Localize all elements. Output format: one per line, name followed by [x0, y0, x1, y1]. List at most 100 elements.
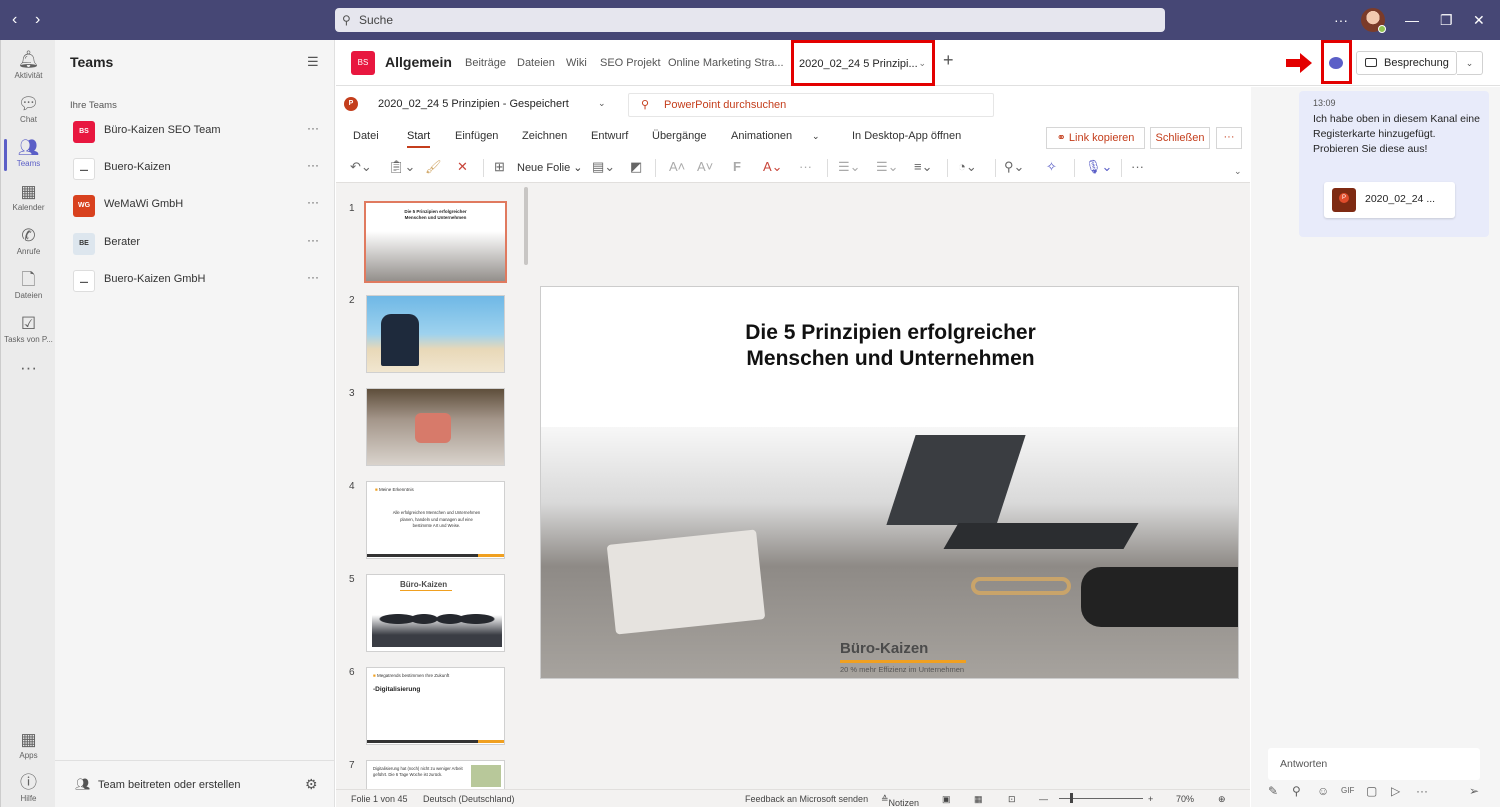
- thumbnail-slide-2[interactable]: [366, 295, 505, 373]
- feedback-link[interactable]: Feedback an Microsoft senden: [745, 794, 868, 804]
- forward-icon[interactable]: ›: [35, 10, 40, 30]
- ribbon-tab-insert[interactable]: Einfügen: [455, 130, 498, 142]
- rail-activity[interactable]: 🔔︎ Aktivität: [1, 45, 56, 89]
- rail-calendar[interactable]: ▦ Kalender: [1, 177, 56, 221]
- slide-thumbnails[interactable]: 1 Die 5 Prinzipien erfolgreicher Mensche…: [336, 183, 521, 789]
- zoom-thumb[interactable]: [1070, 793, 1073, 803]
- numbering-icon[interactable]: ☰⌄: [876, 159, 899, 175]
- team-item[interactable]: ▬▬ Buero-Kaizen GmbH ···: [55, 262, 335, 298]
- ribbon-tab-transitions[interactable]: Übergänge: [652, 130, 706, 142]
- undo-icon[interactable]: ↶⌄: [350, 159, 372, 175]
- rail-tasks[interactable]: ☑ Tasks von P...: [1, 309, 56, 353]
- emoji-icon[interactable]: ☺: [1317, 784, 1329, 798]
- zoom-in-icon[interactable]: +: [1148, 794, 1153, 804]
- fit-slide-icon[interactable]: ⊕: [1218, 794, 1226, 805]
- team-item[interactable]: ▬▬ Buero-Kaizen ···: [55, 150, 335, 186]
- chevron-down-icon[interactable]: ⌄: [1234, 166, 1242, 177]
- slide-canvas[interactable]: Die 5 Prinzipien erfolgreicher Menschen …: [540, 286, 1239, 679]
- send-later-icon[interactable]: ▷: [1391, 784, 1400, 798]
- open-desktop-app[interactable]: In Desktop-App öffnen: [852, 130, 961, 142]
- format-icon[interactable]: ✎: [1268, 784, 1278, 798]
- thumbnail-slide-3[interactable]: [366, 388, 505, 466]
- filter-icon[interactable]: ☰: [307, 54, 319, 70]
- paste-icon[interactable]: 📋︎⌄: [388, 159, 415, 175]
- thumbnail-scrollbar[interactable]: [524, 187, 528, 265]
- new-slide-icon[interactable]: ⊞: [494, 159, 505, 175]
- notes-button[interactable]: ≙ Notizen: [881, 794, 919, 808]
- team-item[interactable]: WG WeMaWi GmbH ···: [55, 187, 335, 223]
- meeting-dropdown[interactable]: ⌄: [1457, 51, 1483, 75]
- team-item[interactable]: BE Berater ···: [55, 225, 335, 261]
- slide-title[interactable]: Die 5 Prinzipien erfolgreicher Menschen …: [541, 320, 1238, 372]
- zoom-level[interactable]: 70%: [1176, 794, 1194, 804]
- sticker-icon[interactable]: ▢: [1366, 784, 1377, 798]
- back-icon[interactable]: ‹: [12, 10, 17, 30]
- rail-files[interactable]: 🗋 Dateien: [1, 265, 56, 309]
- close-icon[interactable]: ✕: [1473, 8, 1485, 32]
- ribbon-tab-home[interactable]: Start: [407, 130, 431, 148]
- normal-view-icon[interactable]: ▣: [942, 794, 951, 805]
- copy-link-button[interactable]: ⚭ Link kopieren: [1046, 127, 1145, 149]
- bold-icon[interactable]: F: [733, 159, 741, 174]
- tab-files[interactable]: Dateien: [517, 57, 555, 69]
- language[interactable]: Deutsch (Deutschland): [423, 794, 515, 804]
- avatar[interactable]: [1361, 8, 1386, 33]
- tab-online-marketing[interactable]: Online Marketing Stra...: [668, 57, 784, 69]
- format-painter-icon[interactable]: 🖌︎: [425, 159, 442, 175]
- ribbon-tab-animations[interactable]: Animationen: [731, 130, 792, 142]
- team-item[interactable]: BS Büro-Kaizen SEO Team ···: [55, 113, 335, 149]
- chevron-down-icon[interactable]: ⌄: [812, 131, 820, 142]
- more-icon[interactable]: ···: [307, 233, 319, 247]
- rail-calls[interactable]: ✆ Anrufe: [1, 221, 56, 265]
- tab-seo-project[interactable]: SEO Projekt: [600, 57, 661, 69]
- chevron-down-icon[interactable]: ⌄: [598, 98, 606, 109]
- find-icon[interactable]: ⚲⌄: [1004, 159, 1024, 175]
- delete-icon[interactable]: ✕: [457, 159, 468, 175]
- tab-powerpoint[interactable]: 2020_02_24 5 Prinzipi... ⌄: [791, 40, 935, 86]
- attach-icon[interactable]: ⚲: [1292, 784, 1301, 798]
- bullets-icon[interactable]: ☰⌄: [838, 159, 861, 175]
- file-attachment[interactable]: 2020_02_24 ...: [1324, 182, 1455, 218]
- tab-posts[interactable]: Beiträge: [465, 57, 506, 69]
- increase-font-icon[interactable]: A˄: [669, 159, 685, 174]
- more-icon[interactable]: ···: [307, 195, 319, 209]
- more-icon[interactable]: ···: [799, 159, 812, 174]
- sorter-view-icon[interactable]: ▦: [974, 794, 983, 805]
- rail-apps[interactable]: ▦ Apps: [1, 725, 56, 769]
- reply-input[interactable]: Antworten: [1268, 748, 1480, 780]
- align-icon[interactable]: ≡⌄: [914, 159, 932, 175]
- file-title[interactable]: 2020_02_24 5 Prinzipien - Gespeichert: [378, 98, 569, 110]
- gif-icon[interactable]: GIF: [1341, 786, 1354, 795]
- more-options-button[interactable]: ···: [1216, 127, 1242, 149]
- layout-icon[interactable]: ▤⌄: [592, 159, 615, 175]
- new-slide-button[interactable]: Neue Folie ⌄: [517, 161, 582, 174]
- more-icon[interactable]: ···: [307, 270, 319, 284]
- more-icon[interactable]: ···: [1416, 784, 1428, 798]
- add-tab-icon[interactable]: +: [943, 50, 954, 71]
- more-icon[interactable]: ···: [1131, 159, 1144, 174]
- presenter-view-icon[interactable]: ⊡: [1008, 794, 1016, 805]
- zoom-out-icon[interactable]: —: [1039, 794, 1048, 804]
- designer-icon[interactable]: ✧: [1046, 159, 1057, 175]
- tab-wiki[interactable]: Wiki: [566, 57, 587, 69]
- thumbnail-slide-7[interactable]: Digitalisierung hat (noch) nicht zu weni…: [366, 760, 505, 789]
- ribbon-tab-design[interactable]: Entwurf: [591, 130, 628, 142]
- join-team-row[interactable]: 👥︎ Team beitreten oder erstellen ⚙: [55, 760, 335, 807]
- thumbnail-slide-6[interactable]: ■ Megatrends bestimmen Ihre Zukunft -Dig…: [366, 667, 505, 745]
- conversation-button[interactable]: [1321, 40, 1352, 84]
- decrease-font-icon[interactable]: A˅: [697, 159, 713, 174]
- minimize-icon[interactable]: —: [1405, 8, 1419, 32]
- rail-help[interactable]: ⓘ Hilfe: [1, 768, 56, 812]
- section-icon[interactable]: ◩: [630, 159, 642, 175]
- more-icon[interactable]: ···: [1334, 8, 1348, 32]
- ppt-search-input[interactable]: ⚲ PowerPoint durchsuchen: [628, 93, 994, 117]
- ribbon-tab-file[interactable]: Datei: [353, 130, 379, 142]
- ribbon-tab-draw[interactable]: Zeichnen: [522, 130, 567, 142]
- dictate-icon[interactable]: 🎙︎⌄: [1085, 159, 1112, 175]
- thumbnail-slide-4[interactable]: ■ Meine Erkenntnis Alle erfolgreichen Me…: [366, 481, 505, 559]
- shapes-icon[interactable]: ◔⌄: [958, 159, 977, 175]
- chevron-down-icon[interactable]: ⌄: [918, 58, 926, 69]
- gear-icon[interactable]: ⚙: [305, 776, 318, 793]
- search-input[interactable]: ⚲ Suche: [335, 8, 1165, 32]
- thumbnail-slide-5[interactable]: Büro-Kaizen: [366, 574, 505, 652]
